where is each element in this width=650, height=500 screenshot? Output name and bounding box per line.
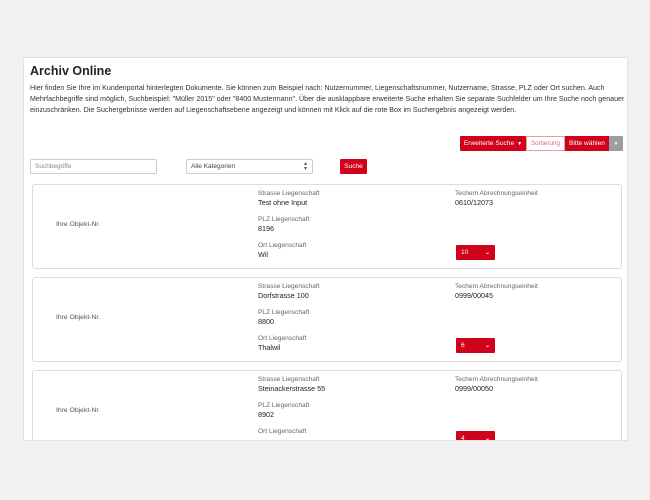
zip-label: PLZ Liegenschaft	[258, 309, 310, 316]
caret-down-icon: ▼	[613, 140, 619, 147]
advanced-search-label: Erweiterte Suche	[463, 140, 515, 147]
chevron-down-icon: ⌄	[484, 436, 491, 441]
zip-label: PLZ Liegenschaft	[258, 216, 310, 223]
document-count-button[interactable]: 6 ⌄	[456, 338, 495, 353]
object-nr-label: Ihre Objekt-Nr.	[56, 314, 101, 321]
document-count: 10	[461, 249, 469, 256]
object-nr-label: Ihre Objekt-Nr.	[56, 407, 101, 414]
billing-unit-label: Techem Abrechnungseinheit	[455, 283, 538, 290]
result-card: Ihre Objekt-Nr. Strasse Liegenschaft Dor…	[32, 277, 622, 362]
city-label: Ort Liegenschaft	[258, 335, 307, 342]
caret-down-icon: ▼	[517, 140, 523, 147]
document-count-button[interactable]: 10 ⌄	[456, 245, 495, 260]
category-select-value: Alle Kategorien	[191, 163, 236, 170]
billing-unit-value: 0999/00050	[455, 384, 493, 393]
address-column: Strasse Liegenschaft Dorfstrasse 100 PLZ…	[258, 283, 320, 361]
zip-value: 8902	[258, 410, 274, 419]
billing-unit-label: Techem Abrechnungseinheit	[455, 190, 538, 197]
category-select[interactable]: Alle Kategorien ▴ ▾	[186, 159, 313, 174]
object-nr-label: Ihre Objekt-Nr.	[56, 221, 101, 228]
document-count: 4	[461, 435, 465, 441]
billing-column: Techem Abrechnungseinheit 0999/00045	[455, 283, 538, 309]
advanced-search-button[interactable]: Erweiterte Suche ▼	[460, 136, 526, 151]
street-label: Strasse Liegenschaft	[258, 190, 320, 197]
billing-unit-label: Techem Abrechnungseinheit	[455, 376, 538, 383]
billing-column: Techem Abrechnungseinheit 0610/12073	[455, 190, 538, 216]
billing-unit-value: 0999/00045	[455, 291, 493, 300]
street-value: Dorfstrasse 100	[258, 291, 309, 300]
chevron-down-icon: ⌄	[484, 343, 491, 349]
address-column: Strasse Liegenschaft Test ohne Input PLZ…	[258, 190, 320, 268]
search-button[interactable]: Suche	[340, 159, 367, 174]
intro-text: Hier finden Sie Ihre im Kundenportal hin…	[30, 84, 625, 114]
search-input[interactable]: Suchbegriffe	[30, 159, 157, 174]
sort-dropdown-toggle[interactable]: ▼	[609, 136, 623, 151]
street-value: Steinackerstrasse 55	[258, 384, 326, 393]
zip-value: 8196	[258, 224, 274, 233]
city-label: Ort Liegenschaft	[258, 428, 307, 435]
zip-value: 8800	[258, 317, 274, 326]
city-value: Thalwil	[258, 343, 281, 352]
street-label: Strasse Liegenschaft	[258, 376, 320, 383]
sort-label: Sortierung	[526, 136, 565, 151]
city-value: Wil	[258, 250, 268, 259]
chevron-down-icon: ⌄	[484, 250, 491, 256]
sort-arrows-icon: ▴ ▾	[303, 160, 307, 172]
zip-label: PLZ Liegenschaft	[258, 402, 310, 409]
street-value: Test ohne Input	[258, 198, 308, 207]
result-card: Ihre Objekt-Nr. Strasse Liegenschaft Ste…	[32, 370, 622, 441]
city-label: Ort Liegenschaft	[258, 242, 307, 249]
street-label: Strasse Liegenschaft	[258, 283, 320, 290]
archive-panel: Archiv Online Hier finden Sie Ihre im Ku…	[23, 57, 628, 441]
billing-column: Techem Abrechnungseinheit 0999/00050	[455, 376, 538, 402]
document-count-button[interactable]: 4 ⌄	[456, 431, 495, 441]
page-title: Archiv Online	[30, 64, 112, 78]
address-column: Strasse Liegenschaft Steinackerstrasse 5…	[258, 376, 326, 440]
result-card: Ihre Objekt-Nr. Strasse Liegenschaft Tes…	[32, 184, 622, 269]
sort-select-button[interactable]: Bitte wählen	[565, 136, 609, 151]
billing-unit-value: 0610/12073	[455, 198, 493, 207]
document-count: 6	[461, 342, 465, 349]
